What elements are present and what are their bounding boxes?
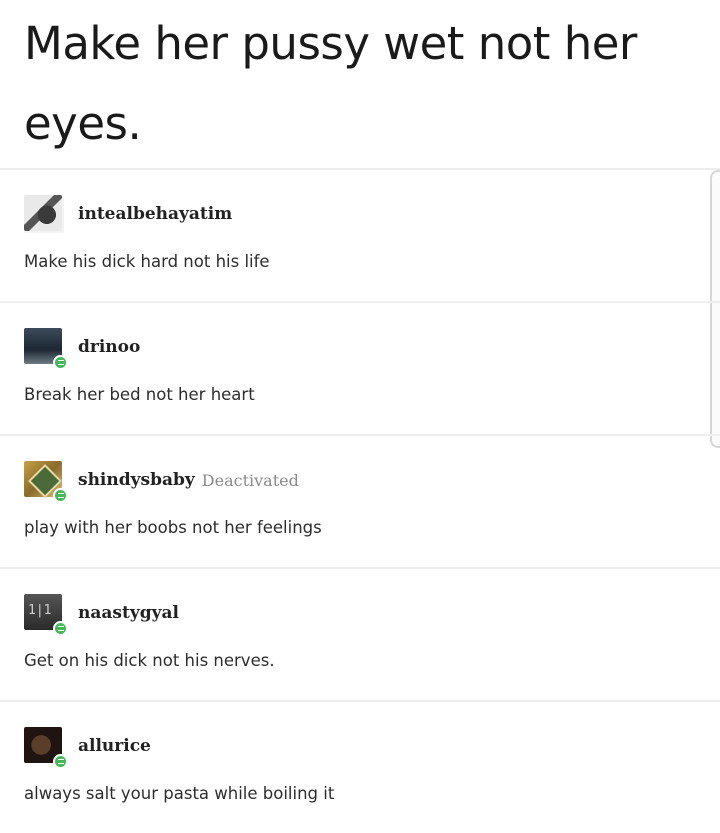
avatar[interactable] <box>24 727 68 769</box>
username-link[interactable]: drinoo <box>78 337 140 357</box>
avatar-image <box>24 195 62 231</box>
reply-thread: intealbehayatim Make his dick hard not h… <box>0 168 720 833</box>
reply-header: shindysbaby Deactivated <box>24 460 299 503</box>
reply-header: allurice <box>24 726 151 769</box>
avatar[interactable] <box>24 328 68 370</box>
reply-item: drinoo Break her bed not her heart <box>0 303 720 434</box>
follow-badge-icon[interactable] <box>53 754 68 769</box>
username-link[interactable]: shindysbaby <box>78 470 195 490</box>
reply-item: shindysbaby Deactivated play with her bo… <box>0 436 720 567</box>
username-link[interactable]: naastygyal <box>78 603 179 623</box>
avatar[interactable] <box>24 195 64 233</box>
reply-header: drinoo <box>24 327 140 370</box>
reply-header: naastygyal <box>24 593 179 636</box>
reply-text: play with her boobs not her feelings <box>24 518 322 537</box>
follow-badge-icon[interactable] <box>53 621 68 636</box>
reply-text: Break her bed not her heart <box>24 385 255 404</box>
reply-text: Get on his dick not his nerves. <box>24 651 275 670</box>
avatar[interactable] <box>24 594 68 636</box>
reply-item: allurice always salt your pasta while bo… <box>0 702 720 833</box>
reply-header: intealbehayatim <box>24 194 232 234</box>
reply-text: always salt your pasta while boiling it <box>24 784 335 803</box>
account-status: Deactivated <box>201 470 299 490</box>
follow-badge-icon[interactable] <box>53 488 68 503</box>
reply-item: intealbehayatim Make his dick hard not h… <box>0 170 720 301</box>
post-headline: Make her pussy wet not her eyes. <box>24 17 637 150</box>
username-link[interactable]: intealbehayatim <box>78 204 232 224</box>
reply-text: Make his dick hard not his life <box>24 252 270 271</box>
username-link[interactable]: allurice <box>78 736 151 756</box>
reply-item: naastygyal Get on his dick not his nerve… <box>0 569 720 700</box>
follow-badge-icon[interactable] <box>53 355 68 370</box>
avatar[interactable] <box>24 461 68 503</box>
